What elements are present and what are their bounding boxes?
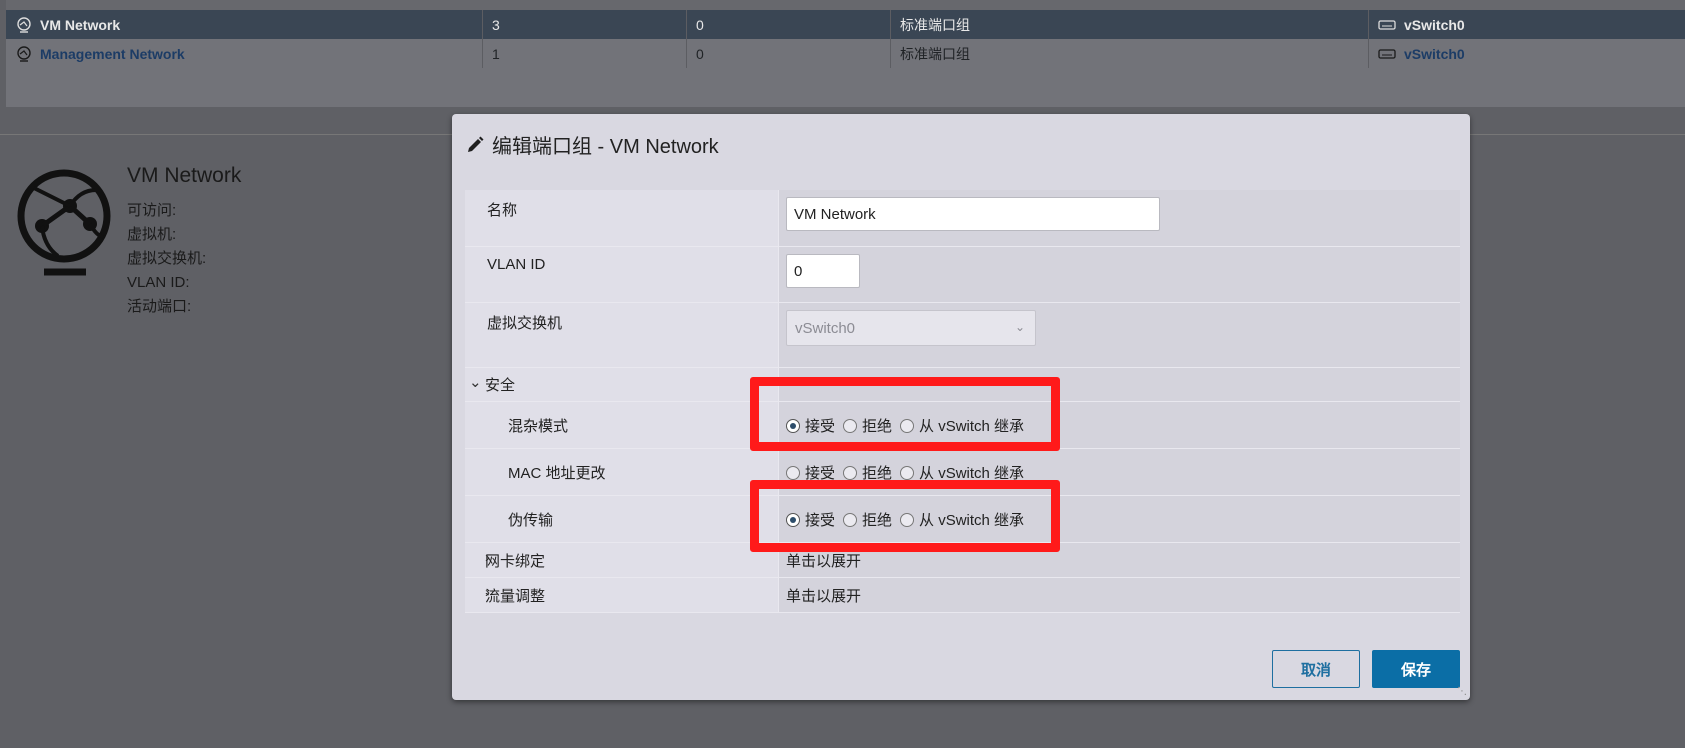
network-globe-icon <box>17 169 111 276</box>
cancel-button[interactable]: 取消 <box>1272 650 1360 688</box>
network-globe-icon <box>17 16 31 33</box>
security-section-header[interactable]: ⌄ 安全 <box>465 368 1460 402</box>
traffic-shaping-label: 流量调整 <box>485 588 546 605</box>
dialog-title-text: 编辑端口组 - VM Network <box>492 136 719 158</box>
row-vlan: 1 <box>482 39 500 68</box>
accept-radio[interactable]: 接受 <box>786 462 835 483</box>
detail-title: VM Network <box>127 164 242 187</box>
network-globe-icon <box>17 45 31 62</box>
row-name[interactable]: Management Network <box>40 46 185 62</box>
form-row-vswitch: 虚拟交换机 vSwitch0 ⌄ <box>465 303 1460 368</box>
promiscuous-radio-group: 接受 拒绝 从 vSwitch 继承 <box>786 415 1032 436</box>
name-input[interactable] <box>786 197 1160 231</box>
forged-transmits-radio-group: 接受 拒绝 从 vSwitch 继承 <box>786 509 1032 530</box>
inherit-radio[interactable]: 从 vSwitch 继承 <box>900 509 1024 530</box>
row-type: 标准端口组 <box>890 39 970 68</box>
vlan-id-input[interactable] <box>786 254 860 288</box>
edit-portgroup-dialog: 编辑端口组 - VM Network 名称 VLAN ID 虚拟交换机 vSwi… <box>452 114 1470 700</box>
form-row-forged-transmits: 伪传输 接受 拒绝 从 vSwitch 继承 <box>465 496 1460 543</box>
detail-label: 虚拟交换机: <box>127 250 207 267</box>
vlan-label: VLAN ID <box>487 256 546 273</box>
form-row-mac-change: MAC 地址更改 接受 拒绝 从 vSwitch 继承 <box>465 449 1460 496</box>
table-header <box>6 0 1685 10</box>
detail-label: 可访问: <box>127 202 177 219</box>
detail-label: 虚拟机: <box>127 226 177 243</box>
forged-transmits-label: 伪传输 <box>508 512 554 529</box>
portgroup-table: VM Network 3 0 标准端口组 vSwitch0 Management… <box>6 0 1685 107</box>
vswitch-icon <box>1378 48 1396 59</box>
row-type: 标准端口组 <box>890 10 970 39</box>
traffic-shaping-expand-text[interactable]: 单击以展开 <box>786 585 861 606</box>
portgroup-form: 名称 VLAN ID 虚拟交换机 vSwitch0 ⌄ ⌄ <box>465 190 1460 613</box>
row-vlan: 3 <box>482 10 500 39</box>
table-row[interactable]: Management Network 1 0 标准端口组 vSwitch0 <box>6 39 1685 68</box>
table-row[interactable]: VM Network 3 0 标准端口组 vSwitch0 <box>6 10 1685 39</box>
nic-teaming-label: 网卡绑定 <box>485 553 546 570</box>
inherit-radio[interactable]: 从 vSwitch 继承 <box>900 415 1024 436</box>
reject-radio[interactable]: 拒绝 <box>843 462 892 483</box>
detail-label: VLAN ID: <box>127 274 190 291</box>
row-name[interactable]: VM Network <box>40 17 120 33</box>
form-row-promiscuous: 混杂模式 接受 拒绝 从 vSwitch 继承 <box>465 402 1460 449</box>
dialog-title: 编辑端口组 - VM Network <box>466 130 719 159</box>
promiscuous-label: 混杂模式 <box>508 418 569 435</box>
save-button[interactable]: 保存 <box>1372 650 1460 688</box>
form-row-vlan: VLAN ID <box>465 247 1460 303</box>
vswitch-select-value: vSwitch0 <box>795 319 856 337</box>
row-ports: 0 <box>686 39 704 68</box>
traffic-shaping-section[interactable]: › 流量调整 单击以展开 <box>465 578 1460 613</box>
detail-labels: 可访问: 虚拟机: 虚拟交换机: VLAN ID: 活动端口: <box>127 199 206 319</box>
chevron-down-icon: ⌄ <box>469 374 482 391</box>
nic-teaming-section[interactable]: › 网卡绑定 单击以展开 <box>465 543 1460 578</box>
nic-teaming-expand-text[interactable]: 单击以展开 <box>786 550 861 571</box>
mac-change-label: MAC 地址更改 <box>508 465 606 482</box>
pencil-icon <box>468 136 484 152</box>
name-label: 名称 <box>487 202 518 219</box>
reject-radio[interactable]: 拒绝 <box>843 509 892 530</box>
mac-change-radio-group: 接受 拒绝 从 vSwitch 继承 <box>786 462 1032 483</box>
resize-handle-icon[interactable]: ⋱ <box>1457 686 1467 697</box>
accept-radio[interactable]: 接受 <box>786 415 835 436</box>
row-vswitch[interactable]: vSwitch0 <box>1404 46 1465 62</box>
row-ports: 0 <box>686 10 704 39</box>
security-label: 安全 <box>485 377 516 394</box>
accept-radio[interactable]: 接受 <box>786 509 835 530</box>
chevron-down-icon: ⌄ <box>1014 320 1025 334</box>
vswitch-select[interactable]: vSwitch0 ⌄ <box>786 310 1036 346</box>
detail-label: 活动端口: <box>127 298 192 315</box>
vswitch-icon <box>1378 19 1396 30</box>
form-row-name: 名称 <box>465 190 1460 247</box>
vswitch-label: 虚拟交换机 <box>487 315 563 332</box>
row-vswitch[interactable]: vSwitch0 <box>1404 17 1465 33</box>
inherit-radio[interactable]: 从 vSwitch 继承 <box>900 462 1024 483</box>
reject-radio[interactable]: 拒绝 <box>843 415 892 436</box>
